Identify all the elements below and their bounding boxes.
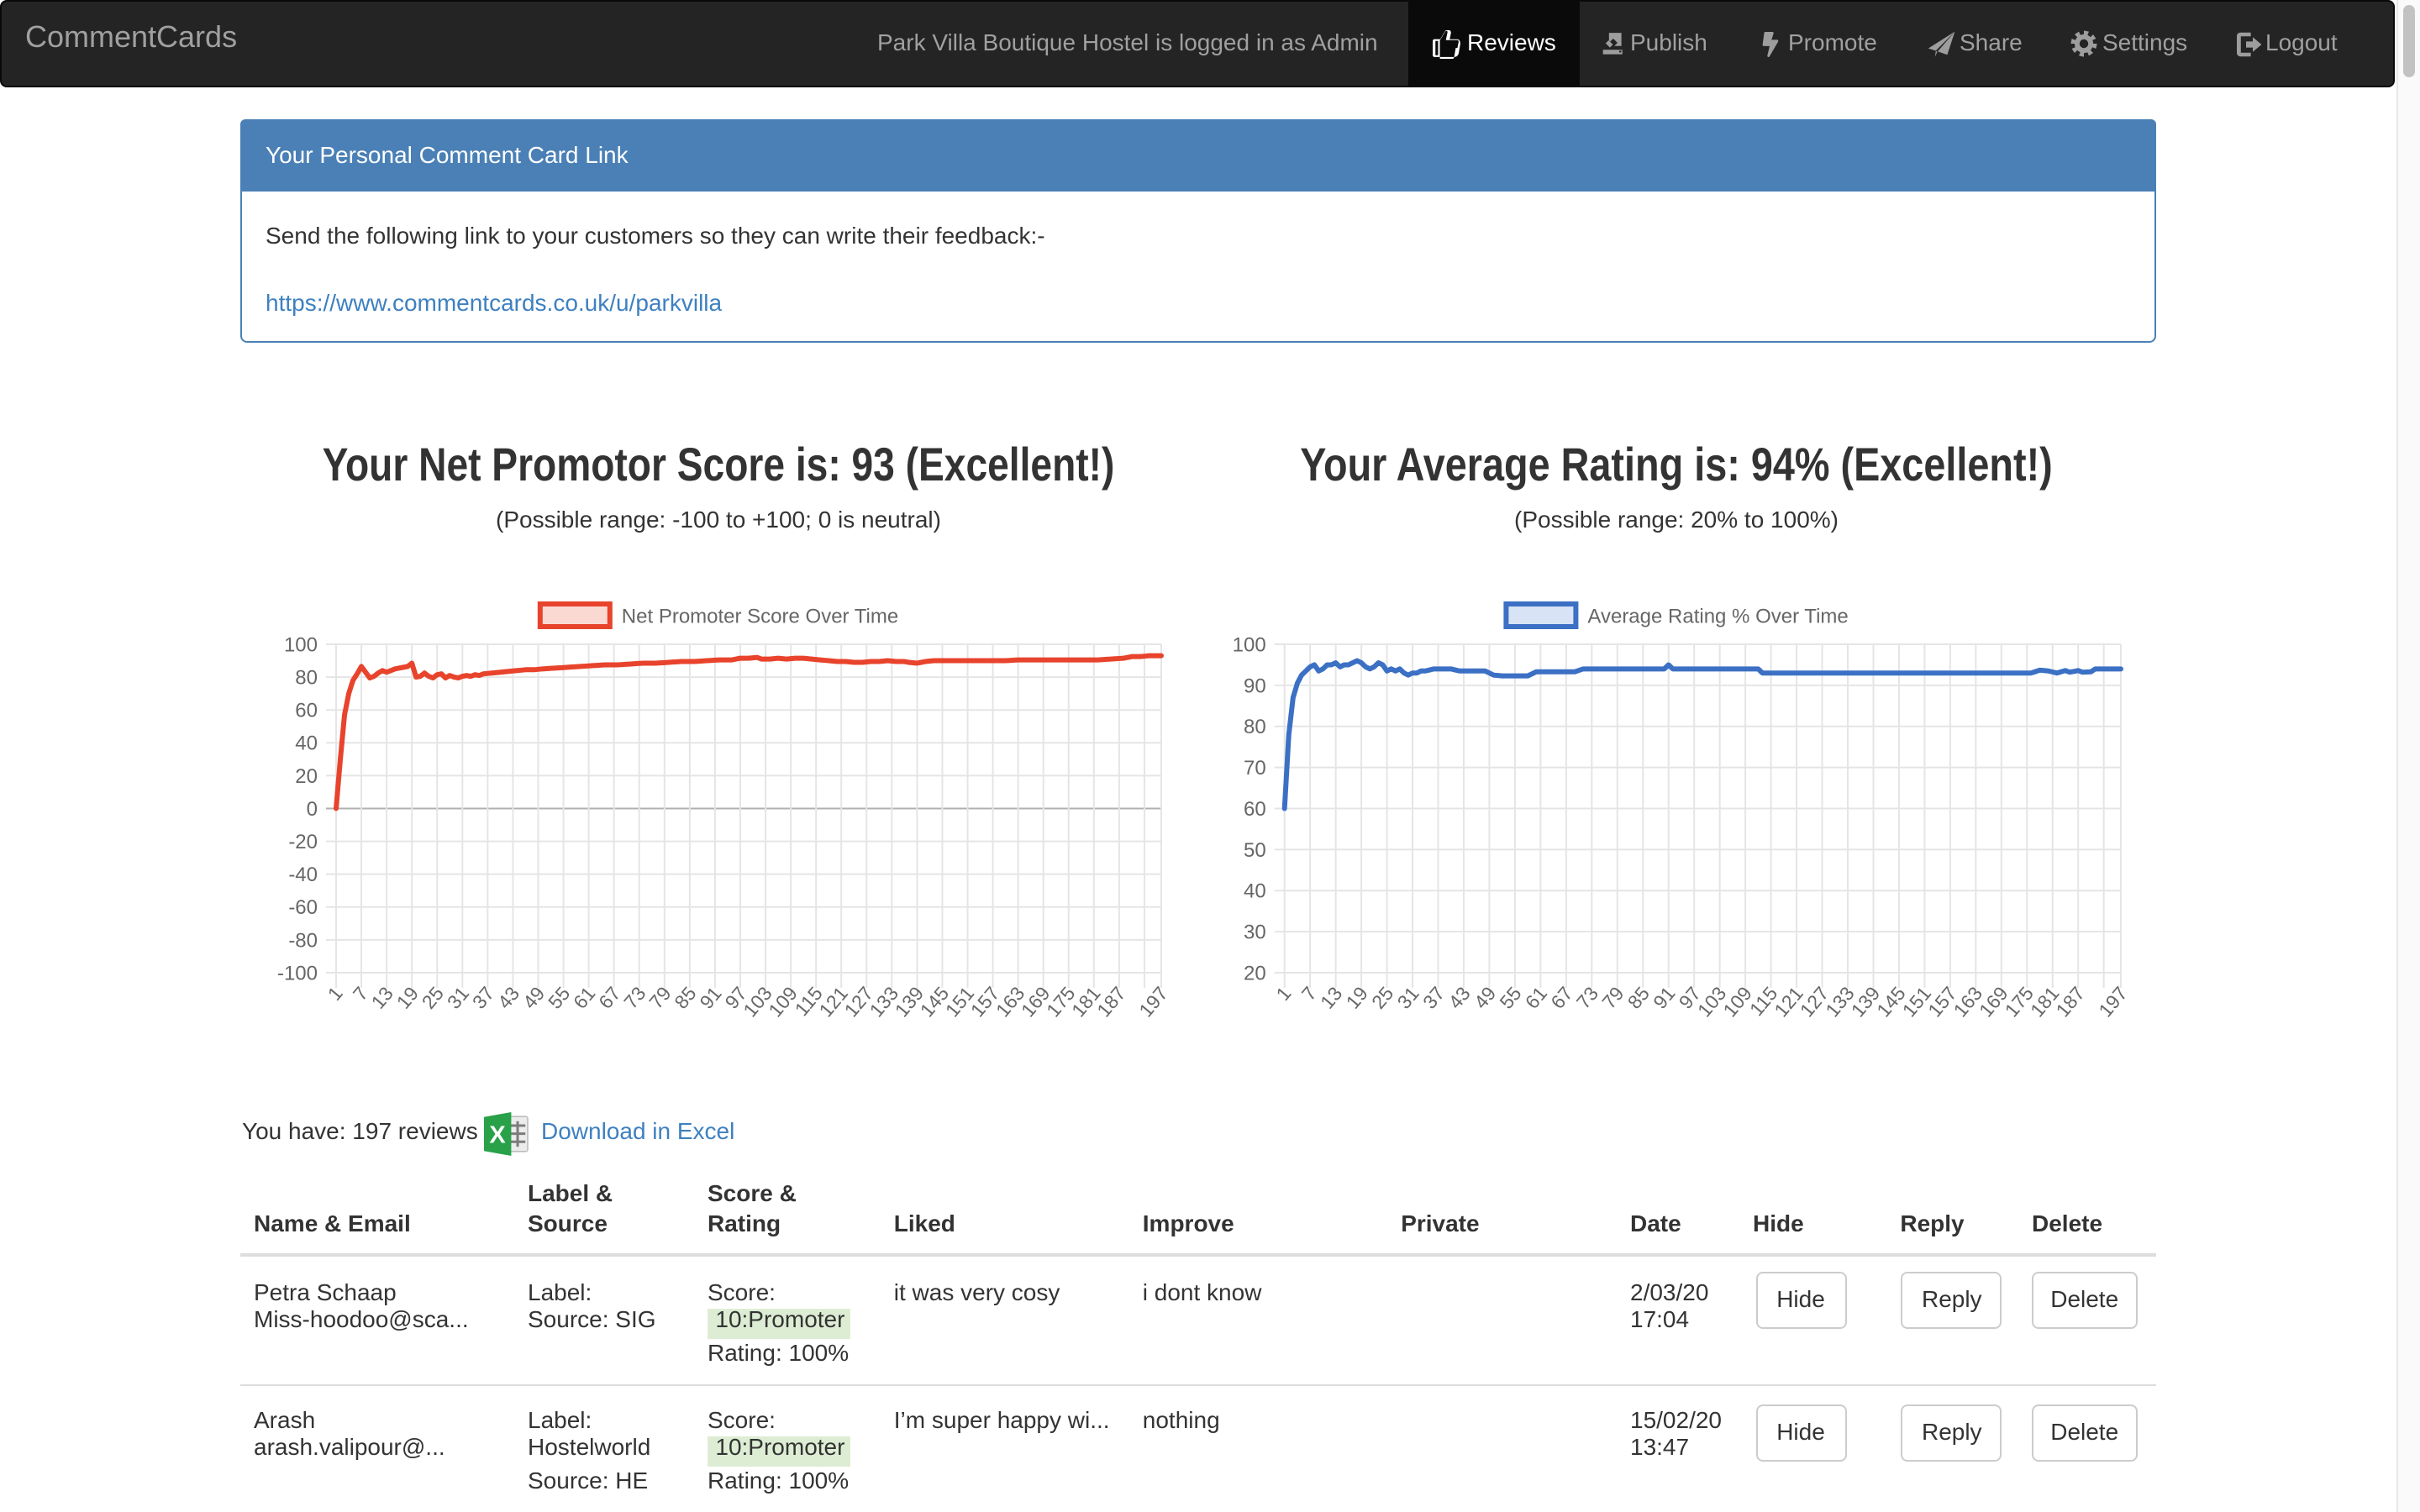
- svg-text:80: 80: [1243, 716, 1265, 738]
- svg-text:7: 7: [348, 983, 371, 1005]
- svg-text:187: 187: [1092, 983, 1129, 1021]
- svg-text:60: 60: [1243, 798, 1265, 821]
- svg-text:20: 20: [294, 765, 317, 788]
- svg-text:Net Promoter Score Over Time: Net Promoter Score Over Time: [621, 606, 897, 628]
- svg-text:-40: -40: [287, 864, 317, 886]
- svg-text:20: 20: [1243, 962, 1265, 984]
- svg-text:-60: -60: [287, 896, 317, 919]
- svg-text:80: 80: [294, 667, 317, 690]
- svg-text:-100: -100: [276, 962, 317, 984]
- svg-text:70: 70: [1243, 757, 1265, 780]
- svg-text:100: 100: [1232, 633, 1265, 656]
- svg-text:7: 7: [1297, 983, 1320, 1005]
- svg-text:187: 187: [2050, 983, 2088, 1021]
- svg-text:Average Rating % Over Time: Average Rating % Over Time: [1586, 606, 1847, 628]
- svg-text:0: 0: [306, 798, 317, 821]
- svg-text:-80: -80: [287, 929, 317, 952]
- svg-text:-20: -20: [287, 831, 317, 853]
- svg-text:60: 60: [294, 700, 317, 722]
- svg-text:X: X: [489, 1121, 506, 1148]
- svg-text:100: 100: [283, 633, 317, 656]
- svg-text:197: 197: [2093, 983, 2130, 1021]
- svg-text:40: 40: [1243, 880, 1265, 903]
- svg-text:1: 1: [323, 983, 346, 1005]
- svg-text:40: 40: [294, 732, 317, 755]
- svg-text:90: 90: [1243, 675, 1265, 697]
- svg-text:197: 197: [1134, 983, 1171, 1021]
- svg-text:30: 30: [1243, 921, 1265, 944]
- svg-text:1: 1: [1270, 983, 1294, 1005]
- svg-text:50: 50: [1243, 839, 1265, 862]
